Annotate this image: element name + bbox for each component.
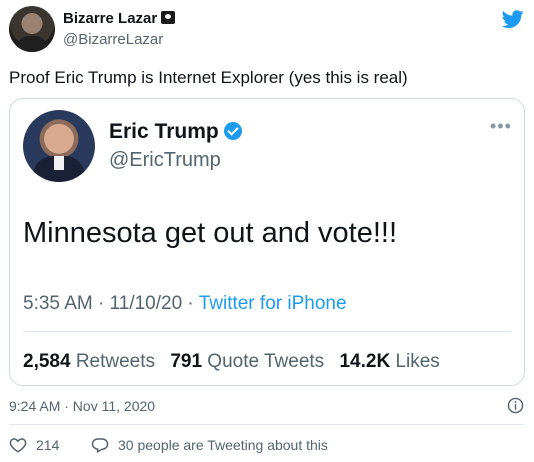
likes-label: Likes (395, 351, 440, 372)
embedded-stats: 2,584 Retweets 791 Quote Tweets 14.2K Li… (23, 351, 440, 373)
more-options-icon: ••• (490, 116, 512, 136)
embedded-time: 5:35 AM · 11/10/20 · (23, 293, 199, 314)
skull-crossbones-icon (161, 11, 176, 24)
speech-bubble-icon (91, 438, 109, 454)
embedded-tweet-image[interactable]: Eric Trump @EricTrump ••• Minnesota get … (9, 98, 525, 386)
author-name[interactable]: Bizarre Lazar (63, 10, 157, 27)
quotes-count: 791 (170, 351, 203, 372)
author-handle[interactable]: @BizarreLazar (63, 31, 163, 48)
retweets-count: 2,584 (23, 351, 71, 372)
embedded-tweet-text: Minnesota get out and vote!!! (23, 217, 398, 249)
embedded-source: Twitter for iPhone (198, 293, 347, 314)
tweet-text: Proof Eric Trump is Internet Explorer (y… (9, 68, 408, 87)
author-avatar[interactable] (9, 6, 55, 52)
embedded-meta: 5:35 AM · 11/10/20 · Twitter for iPhone (23, 293, 347, 315)
embedded-handle: @EricTrump (109, 149, 221, 171)
tweet-author: Bizarre Lazar @BizarreLazar (9, 4, 525, 54)
verified-badge-icon (223, 122, 242, 140)
actions-divider (9, 424, 525, 425)
tweet-timestamp[interactable]: 9:24 AM · Nov 11, 2020 (9, 398, 155, 414)
like-count: 214 (36, 437, 60, 453)
embedded-divider (23, 331, 511, 332)
likes-count: 14.2K (339, 351, 391, 372)
twitter-bird-icon[interactable] (500, 8, 526, 30)
heart-icon (9, 438, 27, 453)
quotes-label: Quote Tweets (207, 351, 325, 372)
embedded-name: Eric Trump (109, 120, 219, 143)
author-name-line[interactable]: Bizarre Lazar (63, 10, 176, 27)
embedded-avatar (23, 110, 95, 182)
info-icon[interactable] (507, 397, 524, 414)
conversation-link[interactable]: 30 people are Tweeting about this (91, 436, 328, 454)
like-button[interactable]: 214 (9, 436, 59, 454)
conversation-text: 30 people are Tweeting about this (118, 437, 328, 453)
retweets-label: Retweets (75, 351, 156, 372)
embedded-name-line: Eric Trump (109, 120, 242, 144)
